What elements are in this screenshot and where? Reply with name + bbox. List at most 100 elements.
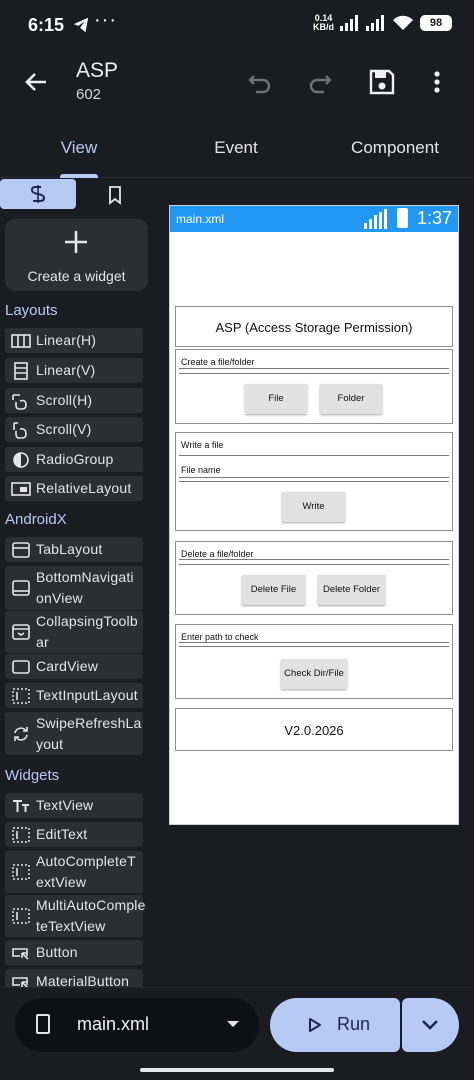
- palette-item-linear-h[interactable]: Linear(H): [5, 328, 143, 353]
- preview-check-section[interactable]: Enter path to check Check Dir/File: [175, 624, 453, 699]
- delete-file-button[interactable]: Delete File: [242, 575, 305, 605]
- scroll-vertical-icon: [13, 421, 27, 439]
- divider: [179, 455, 449, 456]
- palette-item-tablayout[interactable]: TabLayout: [5, 537, 143, 562]
- wifi-icon: [393, 15, 413, 30]
- write-button[interactable]: Write: [282, 492, 345, 522]
- palette-item-multiautocompletetextview[interactable]: MultiAutoComple teTextView: [5, 895, 145, 937]
- palette-item-bottomnavigationview[interactable]: BottomNavigati onView: [5, 566, 143, 610]
- run-button[interactable]: Run: [270, 998, 400, 1052]
- widgets-icon: [30, 185, 46, 203]
- section-androidx: AndroidX: [5, 511, 67, 528]
- bookmark-icon[interactable]: [100, 185, 130, 205]
- palette-item-radiogroup[interactable]: RadioGroup: [5, 447, 143, 472]
- divider: [179, 642, 449, 643]
- divider: [179, 477, 449, 478]
- status-time: 6:15: [28, 15, 65, 35]
- divider: [179, 559, 449, 560]
- divider: [179, 481, 449, 482]
- run-label: Run: [337, 1014, 371, 1034]
- project-id: 602: [76, 86, 102, 103]
- palette-item-linear-v[interactable]: Linear(V): [5, 358, 143, 383]
- radio-group-icon: [13, 451, 29, 468]
- divider: [179, 646, 449, 647]
- folder-button[interactable]: Folder: [320, 384, 382, 414]
- current-file-name: main.xml: [77, 1014, 150, 1034]
- palette-item-textinputlayout[interactable]: TextInputLayout: [5, 683, 143, 708]
- write-label: Write a file: [181, 440, 224, 450]
- save-icon[interactable]: [366, 66, 398, 98]
- signal-icon: [340, 15, 358, 31]
- run-options-button[interactable]: [402, 998, 459, 1052]
- editor-tabs: View Event Component: [0, 124, 474, 178]
- create-label: Create a file/folder: [181, 357, 255, 367]
- palette-item-scroll-h[interactable]: Scroll(H): [5, 388, 143, 413]
- play-icon: [309, 1018, 321, 1032]
- active-tab-indicator: [60, 174, 98, 178]
- tab-view[interactable]: View: [4, 138, 154, 158]
- divider: [179, 368, 449, 369]
- chevron-down-icon: [422, 1020, 438, 1030]
- divider: [179, 373, 449, 374]
- dropdown-arrow-icon: [227, 1021, 239, 1027]
- palette-item-relativelayout[interactable]: RelativeLayout: [5, 476, 143, 501]
- redo-icon[interactable]: [304, 66, 336, 98]
- edit-text-icon: [12, 826, 30, 843]
- preview-title-box[interactable]: ASP (Access Storage Permission): [175, 306, 453, 347]
- tab-component[interactable]: Component: [320, 138, 470, 158]
- section-layouts: Layouts: [5, 302, 58, 319]
- preview-file-name: main.xml: [176, 212, 225, 226]
- tab-event[interactable]: Event: [161, 138, 311, 158]
- status-icons: 0.14 KB/d 98: [313, 14, 452, 32]
- delete-label: Delete a file/folder: [181, 549, 254, 559]
- status-bar: 6:15 ··· 0.14 KB/d 98: [0, 0, 474, 52]
- version-label: V2.0.2026: [284, 723, 344, 738]
- preview-version-box[interactable]: V2.0.2026: [175, 708, 453, 751]
- palette-item-scroll-v[interactable]: Scroll(V): [5, 417, 143, 442]
- palette-item-textview[interactable]: TextView: [5, 793, 143, 818]
- preview-battery-icon: [397, 208, 408, 228]
- refresh-icon: [14, 726, 28, 741]
- palette-tabs: [0, 179, 156, 211]
- palette-item-cardview[interactable]: CardView: [5, 654, 143, 679]
- delete-folder-button[interactable]: Delete Folder: [318, 575, 385, 605]
- preview-create-section[interactable]: Create a file/folder File Folder: [175, 349, 453, 424]
- text-view-icon: [13, 799, 29, 812]
- undo-icon[interactable]: [244, 66, 276, 98]
- back-arrow-icon[interactable]: [20, 66, 52, 98]
- battery-icon: 98: [420, 15, 452, 31]
- layout-preview[interactable]: main.xml 1:37 ASP (Access Storage Permis…: [169, 205, 459, 825]
- palette-item-swiperefreshlayout[interactable]: SwipeRefreshLa yout: [5, 712, 143, 755]
- file-button[interactable]: File: [245, 384, 307, 414]
- palette-tab-widgets[interactable]: [0, 179, 76, 209]
- palette-item-collapsingtoolbar[interactable]: CollapsingToolb ar: [5, 610, 143, 653]
- preview-delete-section[interactable]: Delete a file/folder Delete File Delete …: [175, 541, 453, 615]
- palette-item-autocompletetextview[interactable]: AutoCompleteT extView: [5, 851, 143, 893]
- home-indicator[interactable]: [140, 1068, 334, 1072]
- create-widget-button[interactable]: Create a widget: [5, 219, 148, 291]
- multi-autocomplete-icon: [12, 908, 30, 924]
- file-icon: [36, 1014, 50, 1034]
- telegram-icon: [73, 17, 89, 33]
- file-selector-dropdown[interactable]: main.xml: [15, 998, 259, 1052]
- check-path-button[interactable]: Check Dir/File: [281, 659, 347, 689]
- linear-horizontal-icon: [11, 333, 31, 348]
- text-input-layout-icon: [12, 687, 30, 704]
- button-icon: [12, 947, 29, 960]
- linear-vertical-icon: [14, 361, 28, 380]
- preview-signal-icon: [364, 209, 387, 229]
- palette-item-materialbutton[interactable]: MaterialButton: [5, 969, 143, 987]
- network-speed: 0.14 KB/d: [313, 13, 334, 32]
- scroll-horizontal-icon: [12, 393, 27, 410]
- project-title: ASP: [76, 59, 119, 82]
- path-label: Enter path to check: [181, 632, 259, 642]
- preview-status-bar: main.xml 1:37: [170, 206, 458, 232]
- preview-title: ASP (Access Storage Permission): [215, 320, 413, 335]
- overflow-menu-icon[interactable]: [427, 66, 447, 98]
- widget-palette: Create a widget Layouts Linear(H) Linear…: [0, 179, 156, 987]
- palette-item-button[interactable]: Button: [5, 940, 143, 965]
- plus-icon: [65, 231, 87, 253]
- preview-write-section[interactable]: Write a file File name Write: [175, 432, 453, 531]
- palette-item-edittext[interactable]: EditText: [5, 822, 143, 847]
- divider: [179, 564, 449, 565]
